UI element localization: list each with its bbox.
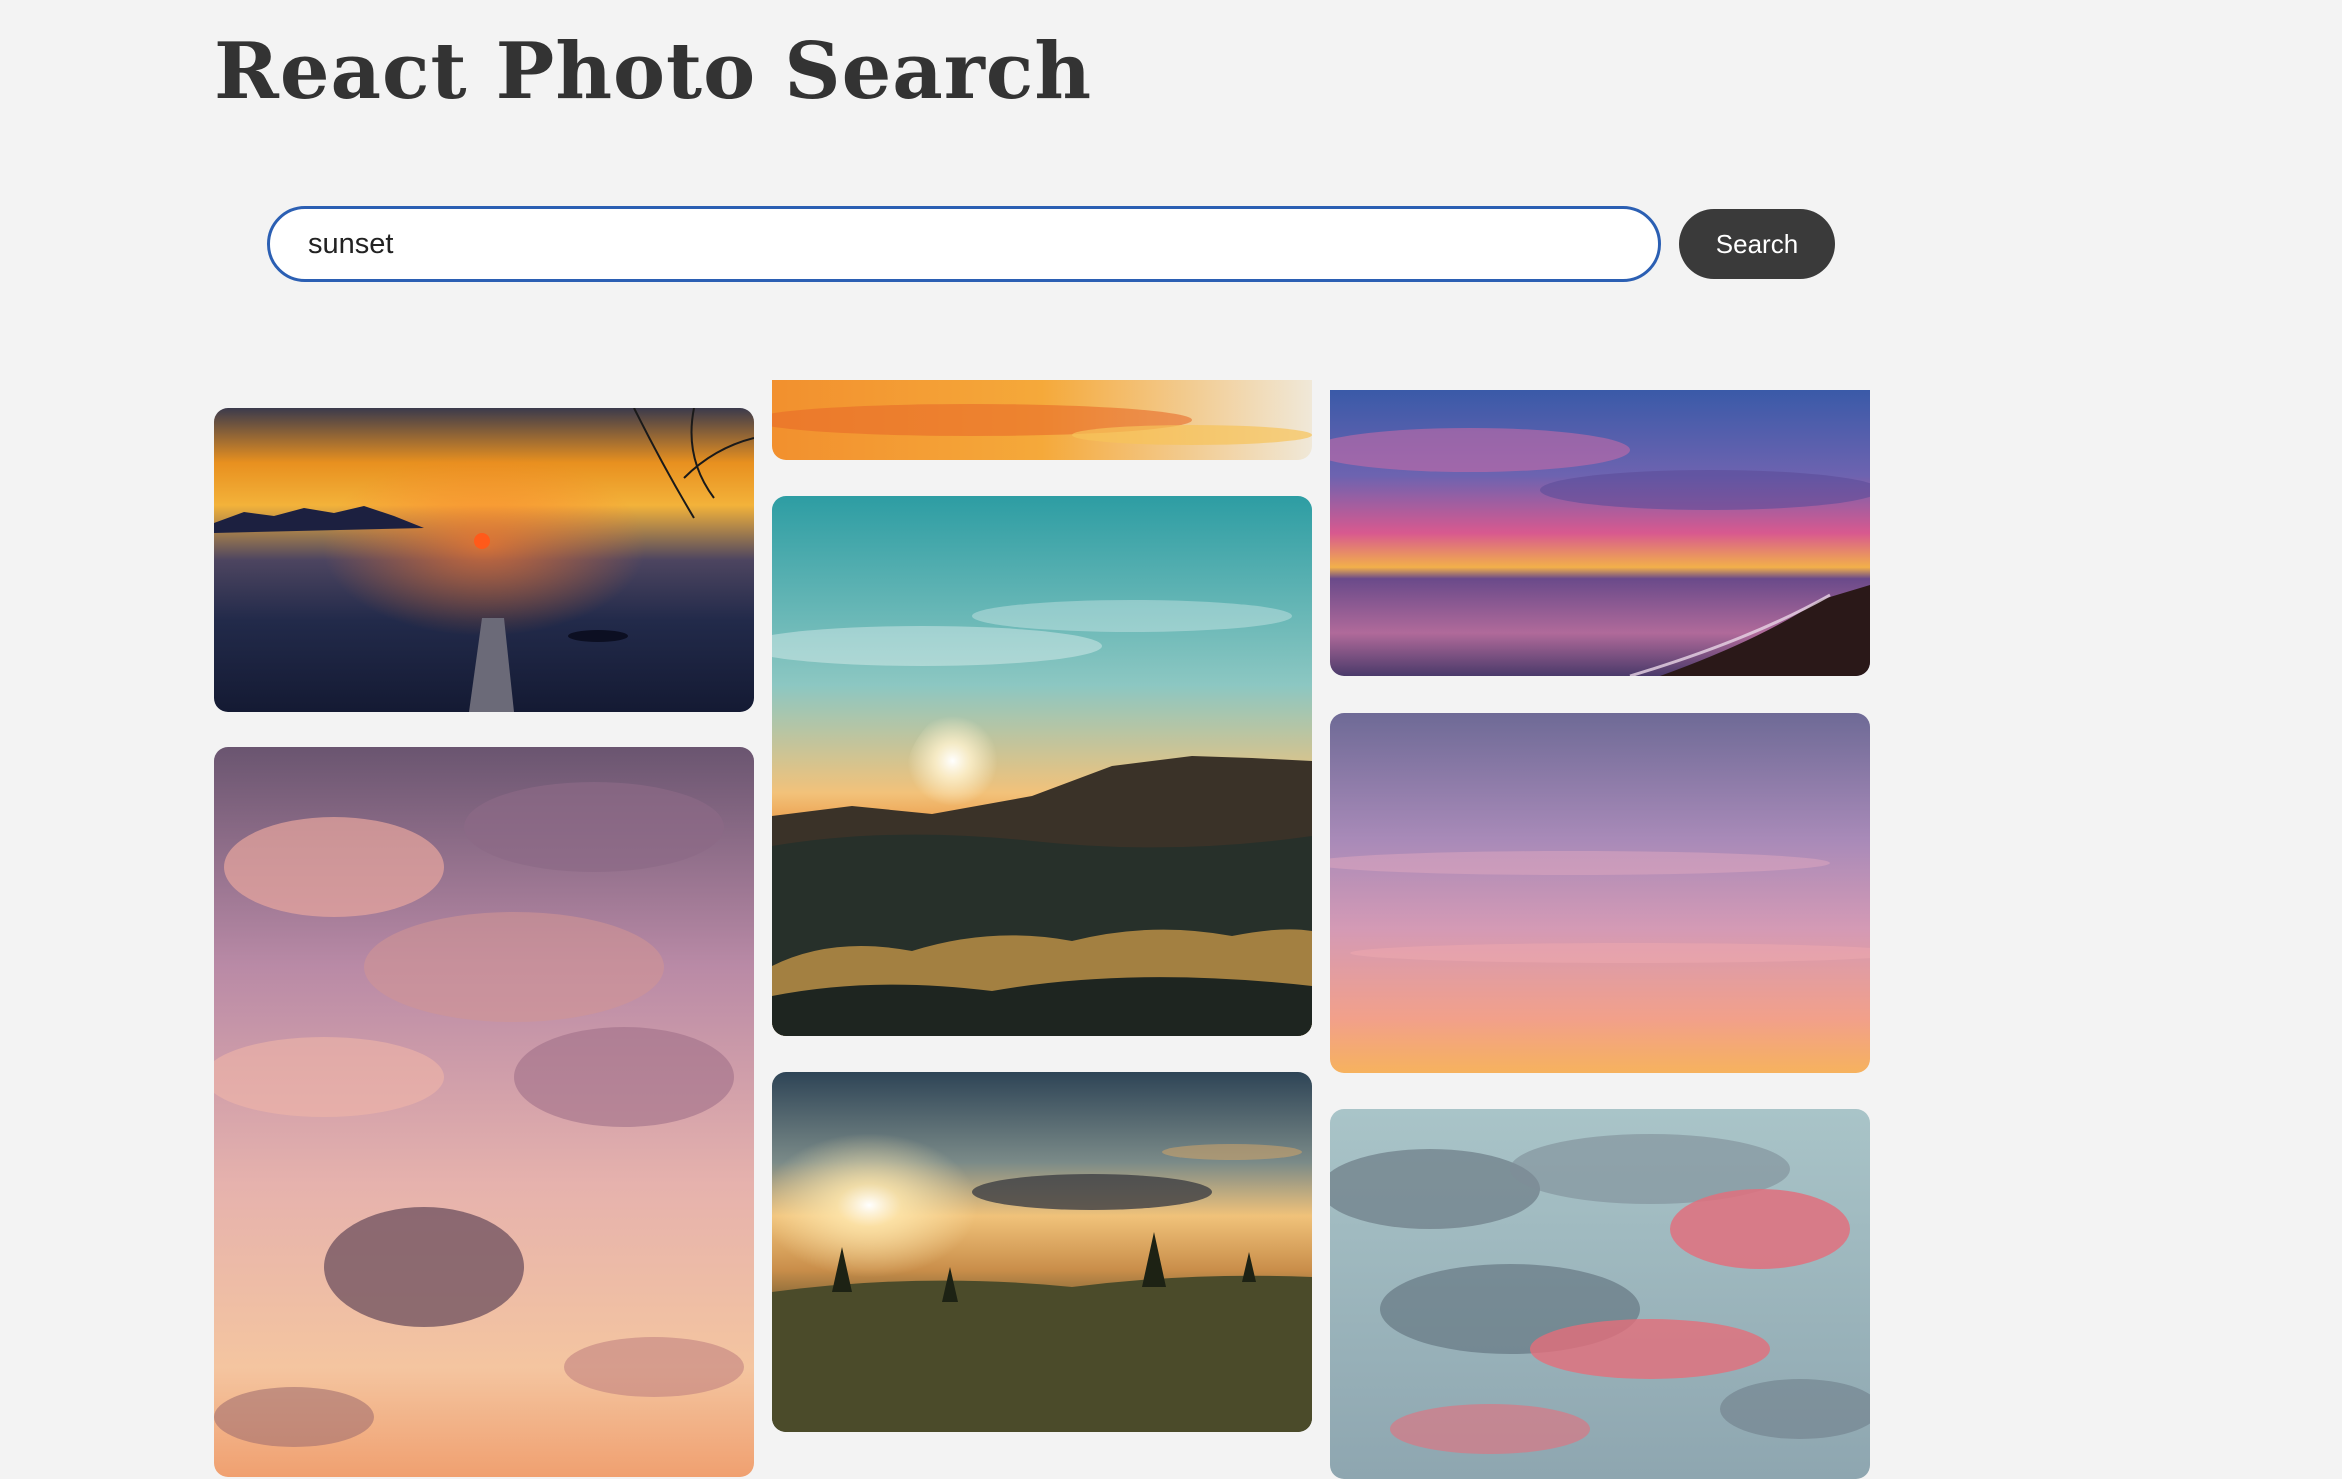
search-form: Search (267, 206, 1835, 282)
lavender-gradient-sky-photo[interactable] (1330, 713, 1870, 1073)
page-title: React Photo Search (214, 26, 1093, 117)
search-button[interactable]: Search (1679, 209, 1835, 279)
mountain-sunrise-photo[interactable] (772, 496, 1312, 1036)
misty-meadow-sunrise-photo[interactable] (772, 1072, 1312, 1432)
lake-pier-sunset-photo[interactable] (214, 408, 754, 712)
pink-grey-clouds-photo[interactable] (1330, 1109, 1870, 1479)
seashore-sunset-photo[interactable] (1330, 390, 1870, 676)
pink-cloudy-sky-photo[interactable] (214, 747, 754, 1477)
orange-cloud-strip-photo[interactable] (772, 380, 1312, 460)
search-input[interactable] (267, 206, 1661, 282)
